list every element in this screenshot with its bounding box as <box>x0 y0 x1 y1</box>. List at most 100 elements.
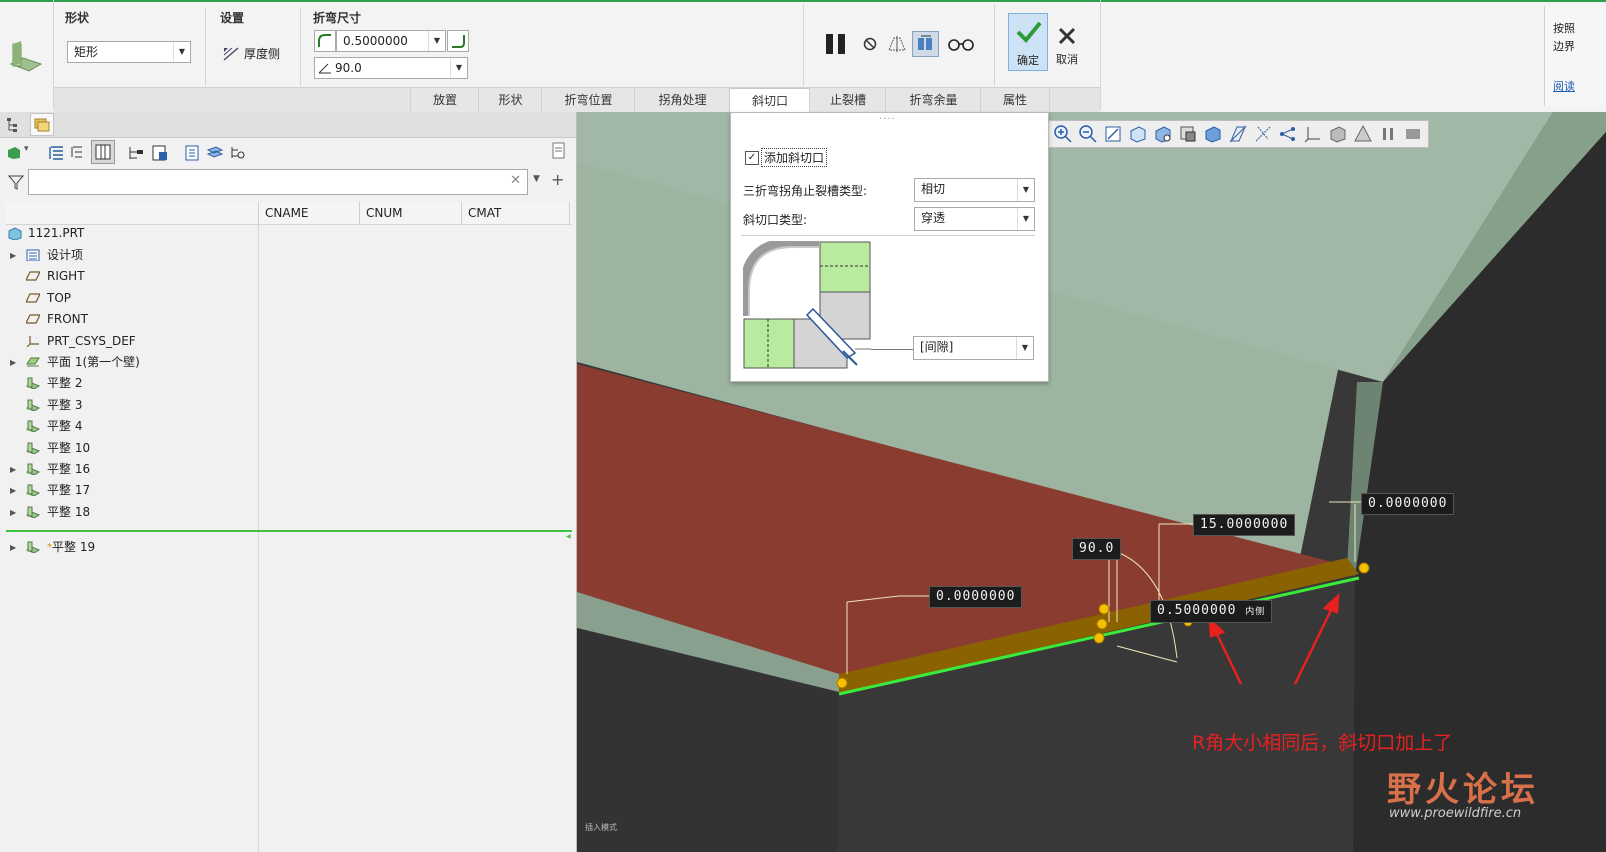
radius-side-button[interactable] <box>447 30 469 52</box>
layers-icon[interactable] <box>206 144 224 162</box>
view-manager-icon[interactable] <box>1177 123 1199 145</box>
datum-planes-icon[interactable] <box>1227 123 1249 145</box>
radius-type-button[interactable] <box>314 30 336 52</box>
layer-tree-tab[interactable] <box>30 113 54 136</box>
tree-item[interactable]: ▶ 平整 17 <box>0 480 258 501</box>
no-preview-button[interactable] <box>862 36 878 52</box>
tree-item[interactable]: ▶ 平整 16 <box>0 459 258 480</box>
chevron-down-icon[interactable]: ▾ <box>24 144 29 154</box>
dim-offset-right[interactable]: 0.0000000 <box>1361 493 1455 515</box>
add-miter-label[interactable]: 添加斜切口 <box>761 148 828 167</box>
tree-item[interactable]: 平整 2 <box>0 373 258 394</box>
tab-corner-treatment[interactable]: 拐角处理 <box>634 88 730 112</box>
tree-item[interactable]: 平整 10 <box>0 438 258 459</box>
model-tree-tab[interactable] <box>4 115 24 133</box>
tree-item-label: PRT_CSYS_DEF <box>47 333 136 348</box>
close-icon <box>1058 27 1076 45</box>
tab-bend-position[interactable]: 折弯位置 <box>541 88 635 112</box>
tree-search-input[interactable]: ✕ <box>28 169 528 195</box>
chevron-down-icon[interactable]: ▼ <box>533 174 540 184</box>
expand-arrow-icon[interactable]: ▶ <box>10 480 16 501</box>
watermark-url: www.proewildfire.cn <box>1389 806 1522 821</box>
geometry-preview-button[interactable] <box>886 34 908 54</box>
tree-name-column[interactable] <box>6 202 259 224</box>
tree-item[interactable]: 平整 3 <box>0 395 258 416</box>
verify-button[interactable] <box>947 36 975 52</box>
pause-button[interactable] <box>824 32 848 56</box>
spin-center-icon[interactable] <box>1352 123 1374 145</box>
saved-views-icon[interactable] <box>1152 123 1174 145</box>
expand-arrow-icon[interactable]: ▶ <box>10 245 16 266</box>
shape-select[interactable]: 矩形 ▼ <box>67 41 191 63</box>
panel-grip[interactable]: .... <box>879 111 896 122</box>
expand-arrow-icon[interactable]: ▶ <box>10 352 16 373</box>
cancel-button[interactable]: 取消 <box>1052 13 1082 71</box>
ok-button[interactable]: 确定 <box>1008 13 1048 71</box>
expand-arrow-icon[interactable]: ▶ <box>10 537 16 558</box>
dim-radius[interactable]: 0.5000000 内侧 <box>1150 600 1273 623</box>
gap-select[interactable]: [间隙] ▼ <box>913 336 1034 360</box>
csys-display-icon[interactable] <box>1302 123 1324 145</box>
insert-here-line[interactable] <box>6 530 572 532</box>
col-cnum[interactable]: CNUM <box>360 202 462 224</box>
miter-type-label: 斜切口类型: <box>743 213 808 227</box>
refit-icon[interactable] <box>1102 123 1124 145</box>
tab-placement[interactable]: 放置 <box>410 88 479 112</box>
expand-icon[interactable] <box>70 144 84 162</box>
feature-preview-button[interactable] <box>912 31 939 57</box>
annotations-icon[interactable] <box>1327 123 1349 145</box>
pause-icon <box>826 34 845 54</box>
col-cmat[interactable]: CMAT <box>462 202 570 224</box>
dim-offset-left[interactable]: 0.0000000 <box>929 586 1023 608</box>
find-icon[interactable] <box>229 144 247 162</box>
pause-icon[interactable] <box>1377 123 1399 145</box>
tree-item-insert[interactable]: ▶ *平整 19 <box>0 537 258 558</box>
root-label: 1121.PRT <box>28 226 85 240</box>
tree-item[interactable]: ▶ 平面 1(第一个壁) <box>0 352 258 373</box>
tree-root[interactable]: 1121.PRT <box>0 223 258 244</box>
tree-item[interactable]: PRT_CSYS_DEF <box>0 331 258 352</box>
datum-points-icon[interactable] <box>1277 123 1299 145</box>
tree-item[interactable]: ▶ 平整 18 <box>0 502 258 523</box>
radius-input[interactable]: 0.5000000 ▼ <box>336 30 446 52</box>
expand-arrow-icon[interactable]: ▶ <box>10 459 16 480</box>
display-style-icon[interactable] <box>1202 123 1224 145</box>
tree-item[interactable]: TOP <box>0 288 258 309</box>
columns-toggle-button[interactable] <box>91 140 115 164</box>
zoom-in-icon[interactable] <box>1052 123 1074 145</box>
tree-item[interactable]: ▶ 设计项 <box>0 245 258 266</box>
add-filter-icon[interactable]: + <box>551 170 564 189</box>
tab-shape[interactable]: 形状 <box>478 88 542 112</box>
angle-input[interactable]: 90.0 ▼ <box>314 57 468 79</box>
col-cname[interactable]: CNAME <box>259 202 360 224</box>
zoom-out-icon[interactable] <box>1077 123 1099 145</box>
tree-columns-icon[interactable] <box>551 142 567 160</box>
tab-bend-allowance[interactable]: 折弯余量 <box>885 88 981 112</box>
tree-item[interactable]: RIGHT <box>0 266 258 287</box>
show-details-icon[interactable] <box>183 144 201 162</box>
tab-relief[interactable]: 止裂槽 <box>809 88 886 112</box>
show-icon[interactable] <box>47 144 65 162</box>
dim-length[interactable]: 15.0000000 <box>1193 514 1296 536</box>
clear-icon[interactable]: ✕ <box>510 173 521 188</box>
side-help-panel: 按照 边界 阅读 <box>1544 6 1606 106</box>
relief-type-select[interactable]: 相切 ▼ <box>914 178 1035 202</box>
tree-icon <box>7 118 17 132</box>
tree-item[interactable]: 平整 4 <box>0 416 258 437</box>
tree-item[interactable]: FRONT <box>0 309 258 330</box>
flag-icon[interactable] <box>1402 123 1424 145</box>
tab-miter-cut[interactable]: 斜切口 <box>729 88 811 113</box>
tab-properties[interactable]: 属性 <box>980 88 1050 112</box>
flat-wall-icon <box>26 506 40 518</box>
design-items-icon <box>26 249 40 261</box>
reorient-icon[interactable] <box>1127 123 1149 145</box>
miter-type-select[interactable]: 穿透 ▼ <box>914 207 1035 231</box>
expand-arrow-icon[interactable]: ▶ <box>10 502 16 523</box>
side-link[interactable]: 阅读 <box>1553 78 1575 94</box>
flat-wall-icon <box>26 420 40 433</box>
filter-tree-icon[interactable] <box>127 144 145 162</box>
add-miter-checkbox[interactable]: ✓ <box>745 151 759 165</box>
datum-axes-icon[interactable] <box>1252 123 1274 145</box>
settings-tree-icon[interactable] <box>151 144 169 162</box>
dim-angle[interactable]: 90.0 <box>1072 538 1122 560</box>
